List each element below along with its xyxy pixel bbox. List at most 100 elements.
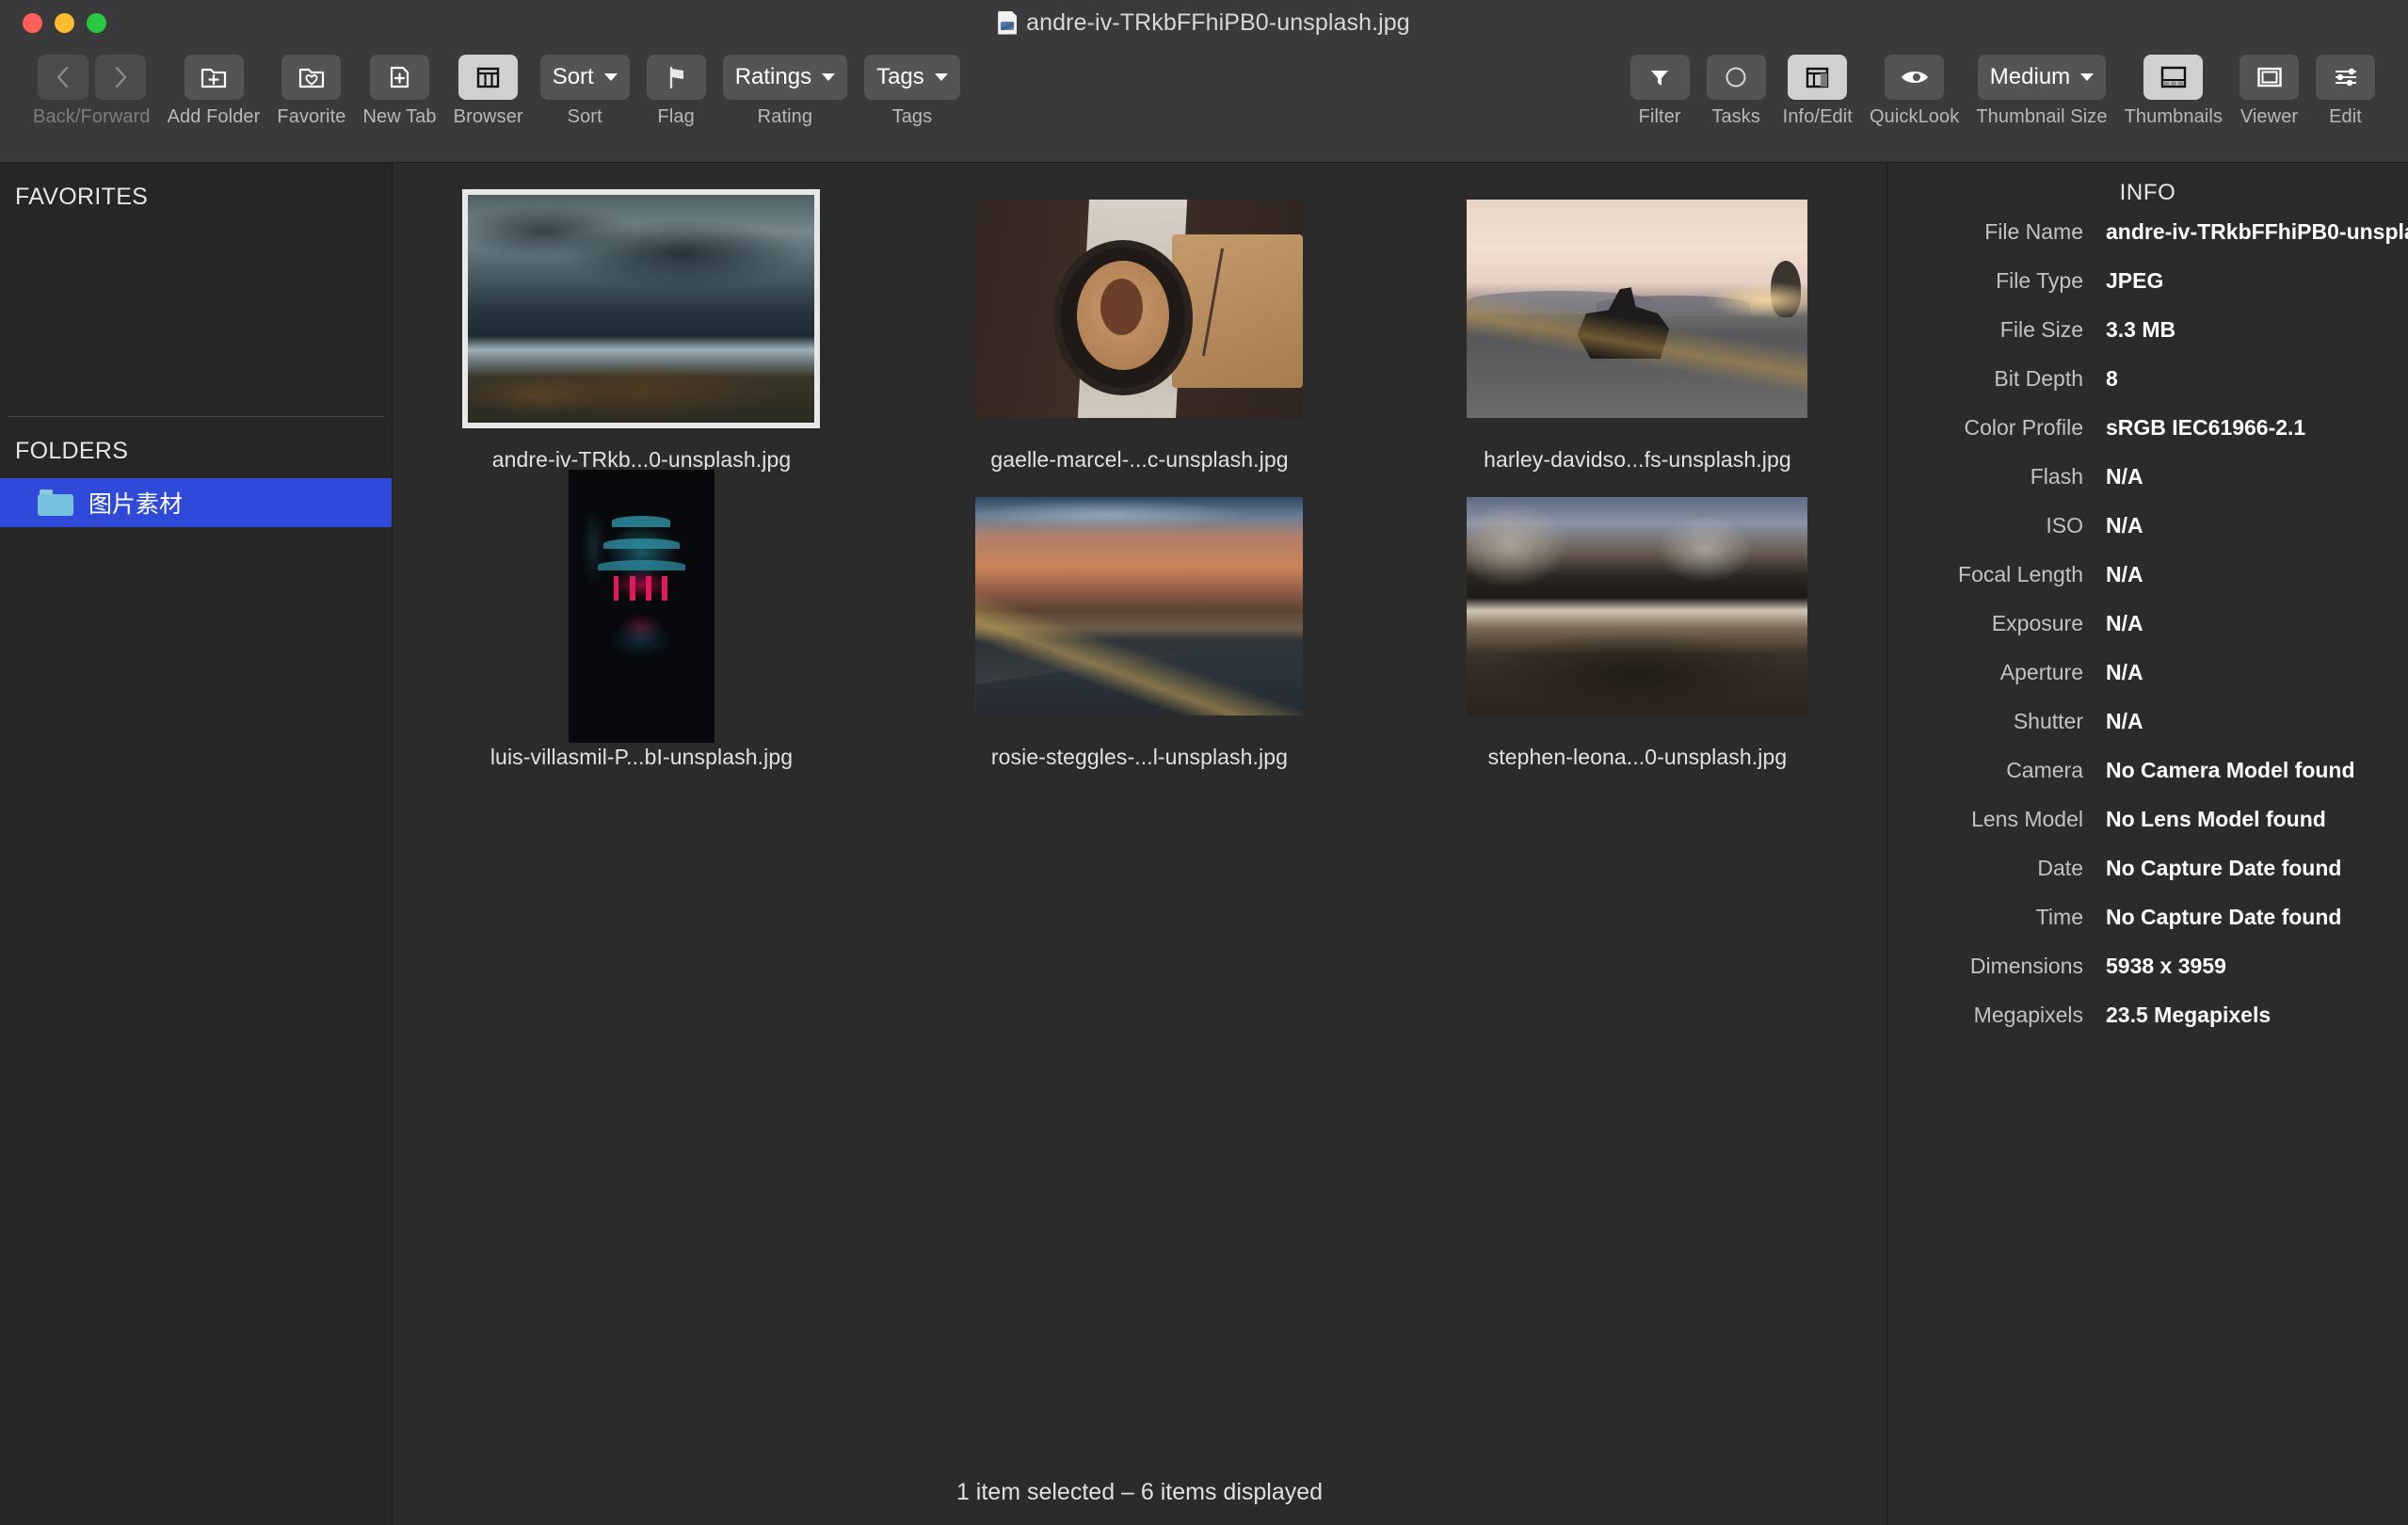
ratings-dropdown[interactable]: Ratings: [723, 55, 847, 100]
toolbar-item-tags: Tags Tags: [856, 45, 969, 128]
sidebar-section-folders-header: FOLDERS: [0, 417, 392, 465]
circle-icon: [1723, 64, 1749, 90]
info-key: Camera: [1887, 758, 2083, 783]
info-panel-title: INFO: [1887, 180, 2408, 206]
toolbar-item-filter: Filter: [1622, 45, 1698, 128]
page-plus-icon: [387, 64, 413, 90]
sidebar-section-favorites-header: FAVORITES: [0, 163, 392, 211]
toolbar-left-group: Back/Forward Add Folder: [24, 45, 969, 128]
info-key: Bit Depth: [1887, 366, 2083, 392]
favorite-button[interactable]: [281, 55, 341, 100]
toolbar-item-add-folder: Add Folder: [159, 45, 269, 128]
sliders-icon: [2332, 65, 2360, 89]
toolbar-label-quicklook: QuickLook: [1870, 106, 1959, 128]
thumbnail-caption: stephen-leona...0-unsplash.jpg: [1488, 745, 1788, 777]
thumbnail-cell[interactable]: luis-villasmil-P...bI-unsplash.jpg: [393, 479, 891, 777]
toolbar-item-back-forward: Back/Forward: [24, 45, 159, 128]
info-row: Focal LengthN/A: [1887, 562, 2408, 587]
thumbnail-image-selected[interactable]: [462, 189, 820, 428]
info-row: ShutterN/A: [1887, 709, 2408, 734]
info-value: 3.3 MB: [2083, 317, 2408, 343]
thumbnail-caption: gaelle-marcel-...c-unsplash.jpg: [990, 447, 1288, 479]
thumbnail-cell[interactable]: rosie-steggles-...l-unsplash.jpg: [891, 479, 1389, 777]
quicklook-button[interactable]: [1885, 55, 1944, 100]
toolbar-label-flag: Flag: [658, 106, 695, 128]
info-key: ISO: [1887, 513, 2083, 538]
thumbnail-size-dropdown[interactable]: Medium: [1978, 55, 2106, 100]
traffic-lights: [23, 13, 106, 33]
info-value: N/A: [2083, 660, 2408, 685]
sidebar-item-label: 图片素材: [88, 486, 183, 520]
toolbar-item-flag: Flag: [638, 45, 714, 128]
info-value: No Capture Date found: [2083, 856, 2408, 881]
info-row: ExposureN/A: [1887, 611, 2408, 636]
minimize-button[interactable]: [55, 13, 74, 33]
folder-icon: [38, 490, 73, 516]
info-key: Shutter: [1887, 709, 2083, 734]
info-value: 8: [2083, 366, 2408, 392]
toolbar-label-tasks: Tasks: [1711, 106, 1760, 128]
thumbnail-image[interactable]: [1467, 200, 1807, 418]
info-row: File Nameandre-iv-TRkbFFhiPB0-unspla...: [1887, 219, 2408, 245]
forward-button[interactable]: [95, 55, 146, 100]
info-row: CameraNo Camera Model found: [1887, 758, 2408, 783]
window-title-group: andre-iv-TRkbFFhiPB0-unsplash.jpg: [0, 0, 2408, 45]
info-value: No Camera Model found: [2083, 758, 2408, 783]
thumbnail-image[interactable]: [569, 470, 714, 743]
info-value: N/A: [2083, 709, 2408, 734]
thumbnail-cell[interactable]: harley-davidso...fs-unsplash.jpg: [1389, 182, 1886, 479]
browser-panel-icon: [475, 65, 501, 90]
thumbnail-cell[interactable]: stephen-leona...0-unsplash.jpg: [1389, 479, 1886, 777]
back-button[interactable]: [38, 55, 88, 100]
info-row: TimeNo Capture Date found: [1887, 905, 2408, 930]
toolbar-right-group: Filter Tasks: [1622, 45, 2384, 128]
document-icon: [998, 11, 1017, 35]
toolbar-label-add-folder: Add Folder: [168, 106, 261, 128]
info-row: File TypeJPEG: [1887, 268, 2408, 294]
thumbnail-image[interactable]: [1467, 497, 1807, 715]
thumbnail-image[interactable]: [975, 497, 1303, 715]
sort-dropdown[interactable]: Sort: [540, 55, 630, 100]
info-value: JPEG: [2083, 268, 2408, 294]
info-row: Dimensions5938 x 3959: [1887, 954, 2408, 979]
thumbnails-button[interactable]: [2143, 55, 2203, 100]
toolbar-label-info-edit: Info/Edit: [1783, 106, 1853, 128]
thumbnail-caption: luis-villasmil-P...bI-unsplash.jpg: [490, 745, 793, 777]
tags-dropdown[interactable]: Tags: [864, 55, 960, 100]
tasks-button[interactable]: [1707, 55, 1766, 100]
funnel-icon: [1646, 64, 1673, 90]
info-value: N/A: [2083, 464, 2408, 490]
info-value: No Capture Date found: [2083, 905, 2408, 930]
thumbnail-caption: harley-davidso...fs-unsplash.jpg: [1484, 447, 1791, 479]
toolbar-item-quicklook: QuickLook: [1861, 45, 1967, 128]
info-row: DateNo Capture Date found: [1887, 856, 2408, 881]
thumbnail-image[interactable]: [975, 200, 1303, 418]
thumbnail-cell[interactable]: gaelle-marcel-...c-unsplash.jpg: [891, 182, 1389, 479]
toolbar-label-thumbnails: Thumbnails: [2125, 106, 2223, 128]
zoom-button[interactable]: [87, 13, 106, 33]
flag-icon: [664, 64, 689, 90]
toolbar-label-filter: Filter: [1639, 106, 1681, 128]
status-bar: 1 item selected – 6 items displayed: [393, 1459, 1886, 1525]
add-folder-button[interactable]: [185, 55, 244, 100]
chevron-down-icon: [822, 73, 835, 81]
viewer-button[interactable]: [2239, 55, 2299, 100]
browser-button[interactable]: [458, 55, 518, 100]
filter-button[interactable]: [1630, 55, 1690, 100]
window-title: andre-iv-TRkbFFhiPB0-unsplash.jpg: [1026, 9, 1410, 37]
sort-dropdown-label: Sort: [553, 64, 594, 90]
edit-button[interactable]: [2316, 55, 2375, 100]
info-edit-button[interactable]: [1788, 55, 1847, 100]
toolbar-label-edit: Edit: [2329, 106, 2362, 128]
viewer-frame-icon: [2255, 65, 2284, 89]
thumbnails-icon: [2159, 65, 2188, 89]
close-button[interactable]: [23, 13, 42, 33]
sidebar: FAVORITES FOLDERS 图片素材: [0, 163, 393, 1525]
new-tab-button[interactable]: [370, 55, 429, 100]
info-row: ISON/A: [1887, 513, 2408, 538]
info-row: FlashN/A: [1887, 464, 2408, 490]
sidebar-item-folder-tupiansucai[interactable]: 图片素材: [0, 478, 392, 527]
flag-button[interactable]: [647, 55, 706, 100]
thumbnail-cell[interactable]: andre-iv-TRkb...0-unsplash.jpg: [393, 182, 891, 479]
info-value: N/A: [2083, 562, 2408, 587]
